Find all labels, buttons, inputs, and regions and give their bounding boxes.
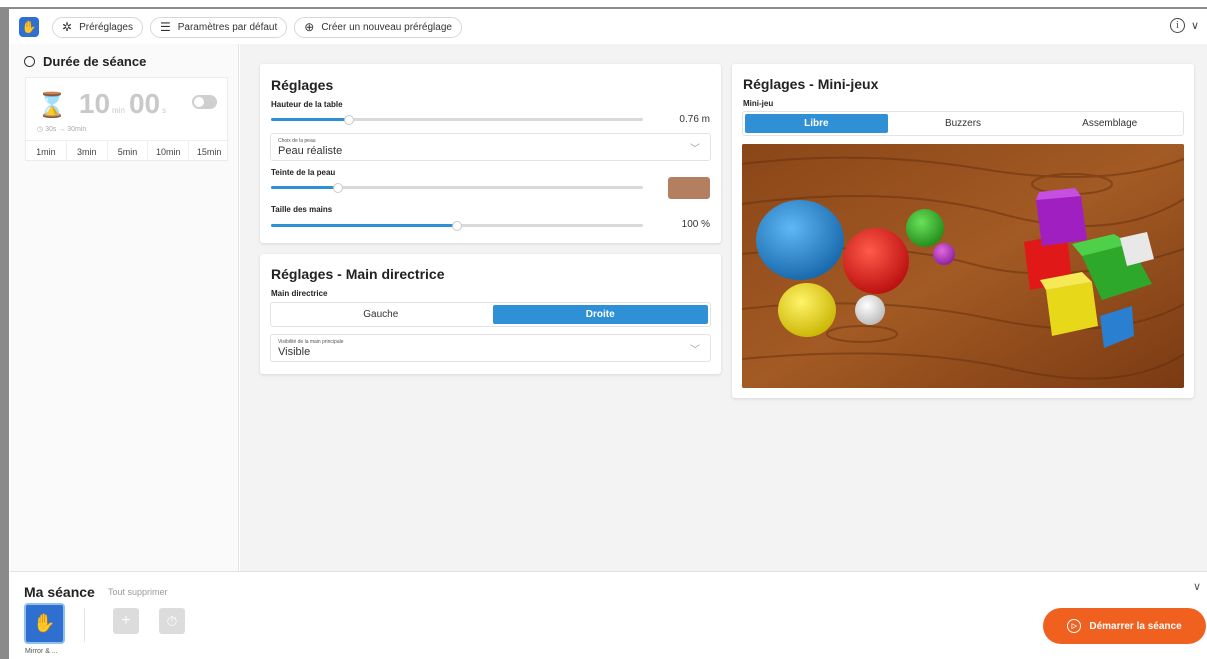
preset-5min[interactable]: 5min <box>108 141 149 162</box>
hauteur-slider[interactable] <box>271 115 643 125</box>
visibilite-select-value: Visible <box>278 346 311 358</box>
creer-preset-button[interactable]: ⊕ Créer un nouveau préréglage <box>294 16 462 38</box>
hauteur-value: 0.76 m <box>679 114 710 125</box>
chevron-down-icon[interactable]: ∨ <box>1193 580 1201 593</box>
main-directrice-toggle: Gauche Droite <box>270 302 711 327</box>
timer-range: ◷ 30s → 30min <box>37 125 86 133</box>
timer-toggle[interactable] <box>192 95 217 109</box>
preset-10min[interactable]: 10min <box>148 141 190 162</box>
teinte-slider[interactable] <box>271 183 643 193</box>
teinte-color-swatch[interactable] <box>668 177 710 199</box>
divider <box>84 608 85 642</box>
hauteur-slider-fill <box>271 118 349 121</box>
prereglages-label: Préréglages <box>79 21 133 33</box>
plus-circle-icon: ⊕ <box>304 20 315 34</box>
taille-label: Taille des mains <box>271 205 333 214</box>
teinte-slider-fill <box>271 186 338 189</box>
prereglages-button[interactable]: ✲ Préréglages <box>52 16 143 38</box>
parametres-button[interactable]: ☰ Paramètres par défaut <box>149 16 288 38</box>
timer-display: ⌛ 10 min 00 s <box>37 88 170 120</box>
thumbnail-label: Mirror & ... <box>25 648 58 655</box>
play-icon: ▷ <box>1067 619 1082 633</box>
preset-15min[interactable]: 15min <box>189 141 229 162</box>
ma-seance-title: Ma séance <box>24 584 95 600</box>
mini-jeux-card: Réglages - Mini-jeux Mini-jeu Libre Buzz… <box>732 64 1194 398</box>
timer-seconds[interactable]: 00 <box>129 88 160 120</box>
tout-supprimer-link[interactable]: Tout supprimer <box>108 587 168 597</box>
chevron-down-icon[interactable]: ∨ <box>1191 19 1199 32</box>
chevron-down-icon: ﹀ <box>690 144 700 155</box>
demarrer-seance-button[interactable]: ▷ Démarrer la séance <box>1043 608 1206 644</box>
taille-slider-fill <box>271 224 457 227</box>
mini-jeu-preview-image <box>742 144 1184 388</box>
add-timer-button[interactable]: ⏱ <box>159 608 185 634</box>
timer-plus-icon: ⏱ <box>166 612 178 629</box>
top-border <box>0 0 1207 9</box>
peau-select-value: Peau réaliste <box>278 145 343 157</box>
app-logo-icon[interactable]: ✋ <box>19 17 39 37</box>
reglages-title: Réglages <box>271 77 334 93</box>
taille-slider-knob[interactable] <box>452 221 462 231</box>
option-buzzers[interactable]: Buzzers <box>892 114 1035 133</box>
duree-title: Durée de séance <box>24 54 146 69</box>
magic-wand-icon: ✲ <box>62 20 73 34</box>
info-icon[interactable]: i <box>1169 18 1185 33</box>
seance-exercise-thumbnail[interactable]: ✋ <box>24 603 65 644</box>
peau-select[interactable]: Choix de la peau Peau réaliste ﹀ <box>270 133 711 161</box>
plus-icon: + <box>121 612 131 629</box>
duree-title-text: Durée de séance <box>43 54 147 69</box>
main-directrice-title: Réglages - Main directrice <box>271 266 445 282</box>
teinte-label: Teinte de la peau <box>271 168 336 177</box>
mini-jeu-label: Mini-jeu <box>743 99 774 108</box>
timer-range-text: 30s → 30min <box>45 126 87 133</box>
toolbar: ✋ ✲ Préréglages ☰ Paramètres par défaut … <box>10 11 1207 43</box>
timer-min-unit: min <box>112 106 125 115</box>
parametres-label: Paramètres par défaut <box>177 21 278 33</box>
main-area: Réglages Hauteur de la table 0.76 m Choi… <box>240 44 1207 571</box>
visibilite-select-label: Visibilité de la main principale <box>278 339 344 345</box>
info-menu[interactable]: i ∨ <box>1169 18 1199 33</box>
main-directrice-card: Réglages - Main directrice Main directri… <box>260 254 721 374</box>
reglages-card: Réglages Hauteur de la table 0.76 m Choi… <box>260 64 721 243</box>
option-libre[interactable]: Libre <box>745 114 888 133</box>
preset-1min[interactable]: 1min <box>26 141 67 162</box>
teinte-slider-knob[interactable] <box>333 183 343 193</box>
hands-icon: ✋ <box>33 613 56 633</box>
timer-minutes[interactable]: 10 <box>79 88 110 120</box>
preset-3min[interactable]: 3min <box>67 141 108 162</box>
demarrer-label: Démarrer la séance <box>1089 620 1182 632</box>
chevron-down-icon: ﹀ <box>690 345 700 356</box>
timer-card: ⌛ 10 min 00 s ◷ 30s → 30min 1min 3min 5m… <box>25 77 229 162</box>
option-droite[interactable]: Droite <box>492 305 708 324</box>
taille-value: 100 % <box>681 219 710 230</box>
sidebar: Durée de séance ⌛ 10 min 00 s ◷ 30s → 30… <box>10 44 239 571</box>
peau-select-label: Choix de la peau <box>278 138 316 144</box>
mini-jeu-toggle: Libre Buzzers Assemblage <box>742 111 1184 136</box>
main-directrice-label: Main directrice <box>271 289 328 298</box>
timer-sec-unit: s <box>162 106 167 115</box>
clock-small-icon: ◷ <box>37 126 44 133</box>
option-assemblage[interactable]: Assemblage <box>1038 114 1181 133</box>
mini-jeux-title: Réglages - Mini-jeux <box>743 76 879 92</box>
clock-icon <box>24 56 35 67</box>
taille-slider[interactable] <box>271 221 643 231</box>
left-edge <box>0 9 9 659</box>
creer-label: Créer un nouveau préréglage <box>321 21 452 33</box>
hauteur-slider-knob[interactable] <box>344 115 354 125</box>
seance-panel: Ma séance Tout supprimer ✋ Mirror & ... … <box>10 571 1207 659</box>
sliders-icon: ☰ <box>159 20 171 34</box>
duration-presets: 1min 3min 5min 10min 15min <box>26 140 229 162</box>
hourglass-icon: ⌛ <box>37 92 67 119</box>
visibilite-select[interactable]: Visibilité de la main principale Visible… <box>270 334 711 362</box>
add-exercise-button[interactable]: + <box>113 608 139 634</box>
hauteur-label: Hauteur de la table <box>271 100 343 109</box>
option-gauche[interactable]: Gauche <box>273 305 489 324</box>
